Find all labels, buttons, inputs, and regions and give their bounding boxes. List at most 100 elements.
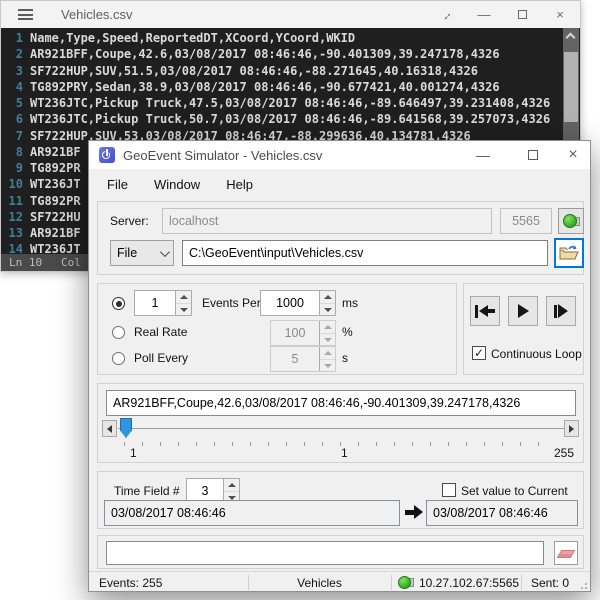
events-count: Events: 255 bbox=[99, 576, 162, 590]
line-indicator: Ln 10 bbox=[9, 254, 42, 271]
line-text: AR921BF bbox=[23, 144, 81, 160]
line-number: 2 bbox=[1, 46, 23, 62]
geoevent-simulator-window: GeoEvent Simulator - Vehicles.csv — × Fi… bbox=[88, 140, 591, 592]
slider-max-label: 255 bbox=[542, 446, 574, 460]
resize-grip[interactable] bbox=[578, 580, 587, 589]
menu-window[interactable]: Window bbox=[154, 177, 200, 192]
scrollbar-thumb[interactable] bbox=[564, 52, 578, 122]
time-group: Time Field # 3 Set value to Current Time… bbox=[97, 471, 584, 529]
minimize-icon[interactable]: — bbox=[467, 141, 499, 169]
spin-up-icon[interactable] bbox=[176, 291, 191, 304]
line-text: SF722HU bbox=[23, 209, 81, 225]
slider-thumb[interactable] bbox=[120, 418, 132, 438]
server-label: Server: bbox=[110, 214, 149, 228]
source-time-field[interactable]: 03/08/2017 08:46:46 bbox=[104, 500, 400, 526]
server-port-input[interactable]: 5565 bbox=[500, 208, 552, 234]
menu-file[interactable]: File bbox=[107, 177, 128, 192]
line-number: 1 bbox=[1, 30, 23, 46]
slider-current-label: 1 bbox=[341, 446, 348, 460]
line-number: 12 bbox=[1, 209, 23, 225]
skip-to-start-button[interactable] bbox=[470, 296, 500, 326]
close-icon[interactable]: × bbox=[557, 141, 589, 169]
current-time-checkbox[interactable] bbox=[442, 483, 456, 497]
editor-titlebar: Vehicles.csv ↔ — × bbox=[1, 1, 580, 28]
line-text: WT236JTC,Pickup Truck,50.7,03/08/2017 08… bbox=[23, 111, 550, 127]
continuous-loop-label: Continuous Loop bbox=[491, 347, 582, 361]
poll-every-label: Poll Every bbox=[134, 351, 188, 365]
hamburger-menu-icon[interactable] bbox=[18, 9, 33, 20]
feed-name: Vehicles bbox=[248, 576, 391, 590]
connect-green-icon bbox=[563, 214, 577, 228]
play-button[interactable] bbox=[508, 296, 538, 326]
editor-window-title: Vehicles.csv bbox=[61, 7, 133, 22]
clear-button[interactable] bbox=[554, 541, 578, 565]
real-rate-spinner: 100 bbox=[270, 320, 336, 346]
current-event-input[interactable]: AR921BFF,Coupe,42.6,03/08/2017 08:46:46,… bbox=[106, 390, 576, 416]
progress-bar bbox=[106, 541, 544, 565]
line-number: 9 bbox=[1, 160, 23, 176]
spin-up-icon[interactable] bbox=[224, 479, 239, 492]
target-time-field[interactable]: 03/08/2017 08:46:46 bbox=[426, 500, 578, 526]
events-count-spinner[interactable]: 1 bbox=[134, 290, 192, 316]
line-number: 13 bbox=[1, 225, 23, 241]
maximize-icon[interactable] bbox=[514, 7, 530, 22]
spin-down-icon[interactable] bbox=[320, 304, 335, 316]
restore-diagonal-icon[interactable]: ↔ bbox=[438, 7, 454, 22]
spin-down-icon[interactable] bbox=[176, 304, 191, 316]
sent-count: Sent: 0 bbox=[531, 576, 569, 590]
simulator-statusbar: Events: 255 Vehicles 10.27.102.67:5565 S… bbox=[89, 571, 590, 592]
poll-every-radio[interactable] bbox=[112, 352, 125, 365]
real-rate-label: Real Rate bbox=[134, 325, 187, 339]
eraser-icon bbox=[557, 550, 576, 558]
server-host-input[interactable]: localhost bbox=[162, 208, 492, 234]
slider-track[interactable] bbox=[118, 428, 564, 429]
connection-status-icon bbox=[398, 576, 411, 589]
file-path-input[interactable]: C:\GeoEvent\input\Vehicles.csv bbox=[182, 240, 548, 266]
spin-up-icon[interactable] bbox=[320, 291, 335, 304]
events-per-radio[interactable] bbox=[112, 297, 125, 310]
line-text: TG892PRY,Sedan,38.9,03/08/2017 08:46:46,… bbox=[23, 79, 500, 95]
events-per-label: Events Per bbox=[202, 296, 261, 310]
menu-help[interactable]: Help bbox=[226, 177, 253, 192]
open-folder-icon bbox=[559, 245, 579, 261]
line-text: TG892PR bbox=[23, 160, 81, 176]
line-number: 3 bbox=[1, 63, 23, 79]
browse-folder-button[interactable] bbox=[554, 238, 584, 268]
line-number: 8 bbox=[1, 144, 23, 160]
line-text: WT236JTC,Pickup Truck,47.5,03/08/2017 08… bbox=[23, 95, 550, 111]
preview-group: AR921BFF,Coupe,42.6,03/08/2017 08:46:46,… bbox=[97, 383, 584, 463]
code-line: 1Name,Type,Speed,ReportedDT,XCoord,YCoor… bbox=[1, 30, 564, 46]
rate-group: 1 Events Per 1000 ms Real Rate 100 % Pol… bbox=[97, 283, 457, 375]
simulator-titlebar: GeoEvent Simulator - Vehicles.csv — × bbox=[89, 141, 590, 169]
source-type-select[interactable]: File bbox=[110, 240, 174, 266]
code-line: 4TG892PRY,Sedan,38.9,03/08/2017 08:46:46… bbox=[1, 79, 564, 95]
continuous-loop-checkbox[interactable]: ✓ bbox=[472, 346, 486, 360]
server-group: Server: localhost 5565 File C:\GeoEvent\… bbox=[97, 201, 584, 275]
geoevent-app-icon bbox=[99, 147, 115, 163]
interval-spinner[interactable]: 1000 bbox=[260, 290, 336, 316]
line-text: Name,Type,Speed,ReportedDT,XCoord,YCoord… bbox=[23, 30, 355, 46]
line-number: 6 bbox=[1, 111, 23, 127]
connect-button[interactable] bbox=[558, 208, 584, 234]
line-text: WT236JT bbox=[23, 176, 81, 192]
percent-unit-label: % bbox=[342, 325, 353, 339]
seconds-unit-label: s bbox=[342, 351, 348, 365]
poll-spinner: 5 bbox=[270, 346, 336, 372]
code-line: 5WT236JTC,Pickup Truck,47.5,03/08/2017 0… bbox=[1, 95, 564, 111]
code-line: 2AR921BFF,Coupe,42.6,03/08/2017 08:46:46… bbox=[1, 46, 564, 62]
ms-unit-label: ms bbox=[342, 296, 358, 310]
simulator-window-title: GeoEvent Simulator - Vehicles.csv bbox=[123, 148, 322, 163]
slider-right-button[interactable] bbox=[564, 420, 579, 437]
minimize-icon[interactable]: — bbox=[476, 7, 492, 22]
code-line: 3SF722HUP,SUV,51.5,03/08/2017 08:46:46,-… bbox=[1, 63, 564, 79]
close-icon[interactable]: × bbox=[552, 7, 568, 22]
scroll-up-icon[interactable] bbox=[565, 33, 575, 43]
real-rate-radio[interactable] bbox=[112, 326, 125, 339]
slider-left-button[interactable] bbox=[102, 420, 117, 437]
time-field-label: Time Field # bbox=[114, 484, 180, 498]
line-number: 4 bbox=[1, 79, 23, 95]
step-forward-button[interactable] bbox=[546, 296, 576, 326]
code-line: 6WT236JTC,Pickup Truck,50.7,03/08/2017 0… bbox=[1, 111, 564, 127]
line-text: AR921BF bbox=[23, 225, 81, 241]
maximize-icon[interactable] bbox=[517, 141, 549, 169]
